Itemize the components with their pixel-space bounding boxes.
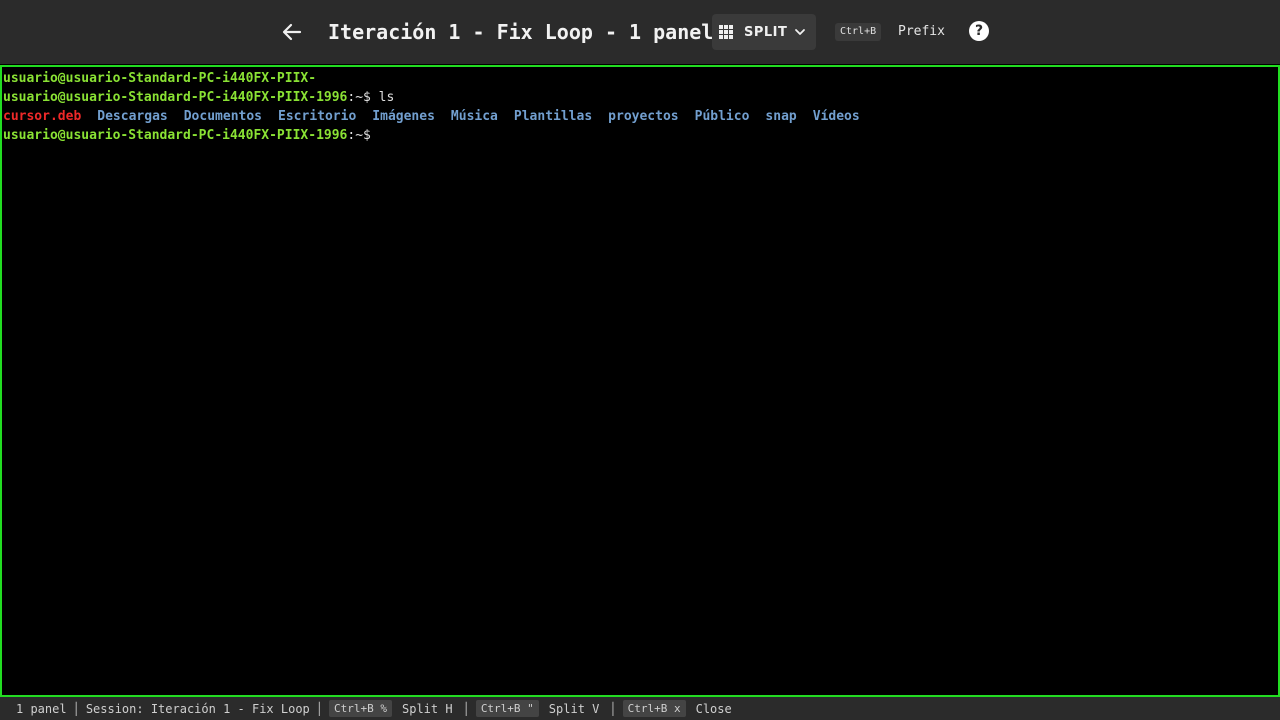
directory-entry: Vídeos: [812, 109, 860, 124]
close-key: Ctrl+B x: [622, 700, 686, 717]
directory-entry: Público: [694, 109, 750, 124]
split-label: SPLIT: [744, 24, 788, 40]
split-v-label: Split V: [548, 701, 600, 716]
directory-entry: Descargas: [97, 109, 168, 124]
top-bar: Iteración 1 - Fix Loop - 1 panel SPLIT C…: [0, 0, 1280, 64]
chevron-down-icon: [795, 29, 805, 35]
terminal-line: usuario@usuario-Standard-PC-i440FX-PIIX-: [3, 69, 1278, 88]
separator: │: [462, 701, 470, 716]
split-h-label: Split H: [402, 701, 453, 716]
prefix-label: Prefix: [898, 24, 945, 39]
status-bar: 1 panel │ Session: Iteración 1 - Fix Loo…: [0, 697, 1280, 720]
split-h-key: Ctrl+B %: [329, 700, 392, 717]
prompt-text: usuario@usuario-Standard-PC-i440FX-PIIX-…: [3, 90, 348, 105]
terminal-line: usuario@usuario-Standard-PC-i440FX-PIIX-…: [3, 126, 1278, 145]
directory-entry: snap: [765, 109, 797, 124]
prefix-key-badge: Ctrl+B: [835, 23, 882, 41]
split-dropdown-button[interactable]: SPLIT: [712, 14, 816, 50]
page-title: Iteración 1 - Fix Loop - 1 panel: [328, 20, 712, 44]
directory-entry: Plantillas: [513, 109, 593, 124]
help-icon[interactable]: ?: [969, 21, 989, 41]
ls-output: cursor.deb Descargas Documentos Escritorio I…: [3, 107, 1278, 126]
terminal-pane[interactable]: usuario@usuario-Standard-PC-i440FX-PIIX-…: [0, 65, 1280, 697]
separator: │: [609, 701, 617, 716]
separator: │: [315, 701, 324, 716]
prompt-suffix: :~$: [347, 128, 371, 143]
close-label: Close: [695, 701, 732, 716]
panel-count: 1 panel: [16, 701, 67, 716]
prompt-text: usuario@usuario-Standard-PC-i440FX-PIIX-: [3, 71, 317, 86]
directory-entry: Escritorio: [278, 109, 357, 124]
prompt-text: usuario@usuario-Standard-PC-i440FX-PIIX-…: [3, 128, 348, 143]
directory-entry: proyectos: [608, 109, 679, 124]
back-arrow-icon[interactable]: [280, 20, 304, 44]
file-entry: cursor.deb: [3, 109, 82, 124]
split-v-key: Ctrl+B ": [475, 700, 539, 717]
grid-icon: [719, 25, 733, 39]
directory-entry: Documentos: [183, 109, 263, 124]
session-name: Session: Iteración 1 - Fix Loop: [85, 701, 310, 716]
directory-entry: Imágenes: [372, 109, 435, 124]
terminal-line: usuario@usuario-Standard-PC-i440FX-PIIX-…: [3, 88, 1278, 107]
command-text: :~$ ls: [347, 90, 395, 105]
separator: │: [72, 701, 80, 716]
directory-entry: Música: [450, 109, 498, 124]
